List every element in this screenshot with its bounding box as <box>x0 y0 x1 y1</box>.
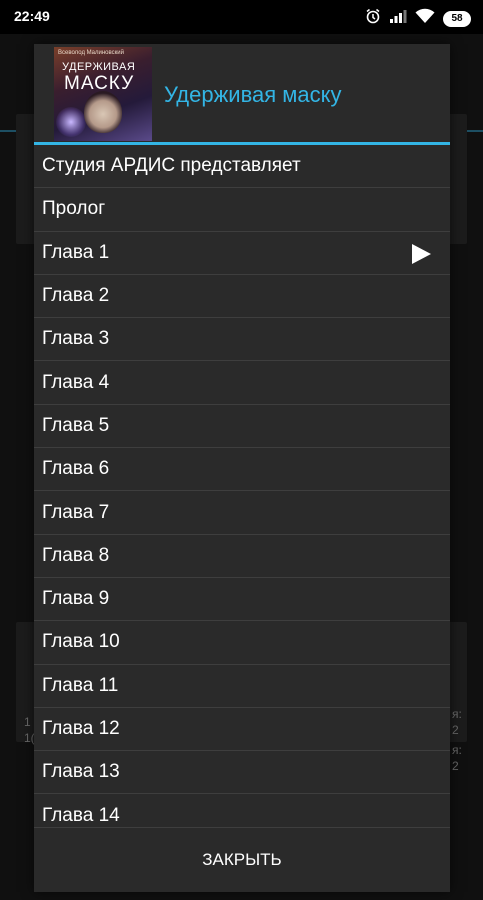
chapter-item[interactable]: Глава 13 <box>34 751 450 795</box>
background-text-left-1: 1 <box>24 715 31 729</box>
play-icon <box>410 243 432 270</box>
chapter-item[interactable]: Глава 14 <box>34 794 450 827</box>
dialog-title: Удерживая маску <box>164 82 342 107</box>
chapter-item[interactable]: Глава 11 <box>34 665 450 708</box>
chapter-label: Студия АРДИС представляет <box>42 155 301 177</box>
chapter-label: Глава 8 <box>42 544 110 566</box>
chapter-item[interactable]: Глава 12 <box>34 708 450 752</box>
background-text-right-3: я: <box>452 743 462 757</box>
background-text-right-4: 2 <box>452 759 459 773</box>
chapter-dialog: Всеволод Малиновский УДЕРЖИВАЯ МАСКУ Уде… <box>34 44 450 892</box>
book-cover-image: Всеволод Малиновский УДЕРЖИВАЯ МАСКУ <box>54 47 152 141</box>
chapter-label: Глава 1 <box>42 241 110 263</box>
dialog-header: Всеволод Малиновский УДЕРЖИВАЯ МАСКУ Уде… <box>34 44 450 142</box>
cover-glow <box>56 107 86 137</box>
chapter-item[interactable]: Студия АРДИС представляет <box>34 145 450 189</box>
cover-title-line1: УДЕРЖИВАЯ <box>62 61 136 73</box>
chapter-item[interactable]: Глава 2 <box>34 275 450 319</box>
signal-icon <box>389 8 407 29</box>
chapter-label: Глава 13 <box>42 761 120 783</box>
chapter-label: Глава 12 <box>42 718 120 739</box>
chapter-item[interactable]: Глава 1 <box>34 232 450 275</box>
chapter-label: Пролог <box>42 198 106 220</box>
chapter-label: Глава 2 <box>42 285 110 307</box>
cover-portrait <box>84 91 122 133</box>
chapter-list[interactable]: Студия АРДИС представляет Пролог Глава 1 Гл… <box>34 145 450 827</box>
chapter-item[interactable]: Глава 3 <box>34 318 450 362</box>
chapter-item[interactable]: Глава 6 <box>34 448 450 492</box>
status-icons: 58 <box>365 8 471 29</box>
chapter-label: Глава 5 <box>42 414 110 436</box>
close-button[interactable]: ЗАКРЫТЬ <box>34 828 450 892</box>
chapter-label: Глава 10 <box>42 631 120 653</box>
chapter-label: Глава 14 <box>42 804 120 826</box>
status-time: 22:49 <box>14 8 50 24</box>
chapter-item[interactable]: Глава 5 <box>34 405 450 449</box>
cover-author: Всеволод Малиновский <box>58 50 124 56</box>
chapter-item[interactable]: Глава 8 <box>34 535 450 578</box>
background-text-right-1: я: <box>452 707 462 721</box>
chapter-item[interactable]: Глава 9 <box>34 578 450 622</box>
alarm-icon <box>365 8 381 29</box>
chapter-item[interactable]: Глава 10 <box>34 621 450 665</box>
chapter-label: Глава 9 <box>42 588 110 610</box>
chapter-label: Глава 7 <box>42 501 110 523</box>
chapter-label: Глава 6 <box>42 458 110 480</box>
chapter-label: Глава 3 <box>42 328 110 350</box>
chapter-label: Глава 11 <box>42 674 119 696</box>
battery-icon: 58 <box>443 10 471 27</box>
status-bar: 22:49 58 <box>0 0 483 34</box>
chapter-label: Глава 4 <box>42 371 110 393</box>
chapter-item[interactable]: Глава 4 <box>34 361 450 405</box>
wifi-icon <box>415 8 435 29</box>
chapter-item[interactable]: Глава 7 <box>34 491 450 535</box>
chapter-item[interactable]: Пролог <box>34 188 450 232</box>
cover-title-line2: МАСКУ <box>64 73 135 94</box>
background-text-right-2: 2 <box>452 723 459 737</box>
